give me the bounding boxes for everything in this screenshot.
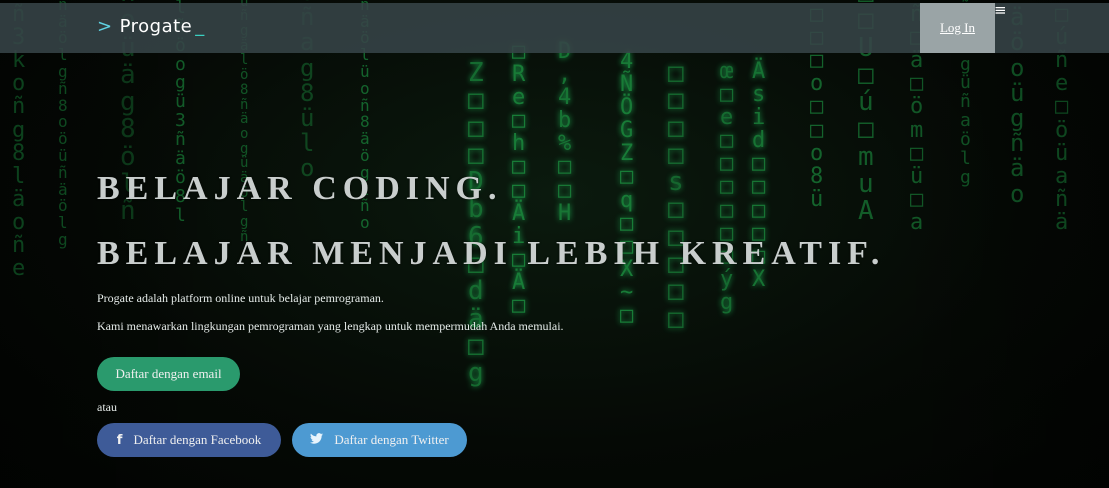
signup-facebook-button[interactable]: f Daftar dengan Facebook — [97, 423, 281, 457]
top-navbar: > Progate _ Log In ≡ — [0, 3, 1109, 53]
hero-headline-2: BELAJAR MENJADI LEBIH KREATIF. — [97, 235, 886, 272]
hero-description-2: Kami menawarkan lingkungan pemrograman y… — [97, 319, 564, 333]
login-link[interactable]: Log In — [940, 20, 975, 36]
hero-headline-1: BELAJAR CODING. — [97, 170, 503, 207]
signup-email-label: Daftar dengan email — [115, 366, 222, 381]
logo-text: Progate — [119, 16, 193, 37]
signup-twitter-button[interactable]: Daftar dengan Twitter — [292, 423, 467, 457]
progate-logo[interactable]: > Progate _ — [97, 16, 205, 37]
logo-cursor: _ — [195, 16, 205, 37]
facebook-icon: f — [116, 432, 123, 448]
login-button[interactable]: Log In — [920, 3, 995, 53]
signup-email-button[interactable]: Daftar dengan email — [97, 357, 240, 391]
hero-description-1: Progate adalah platform online untuk bel… — [97, 291, 384, 305]
twitter-icon — [310, 432, 324, 448]
or-separator: atau — [97, 400, 117, 414]
hamburger-menu-icon[interactable]: ≡ — [994, 3, 1007, 18]
signup-facebook-label: Daftar dengan Facebook — [133, 432, 262, 447]
signup-twitter-label: Daftar dengan Twitter — [334, 432, 449, 447]
logo-prompt-symbol: > — [97, 16, 113, 37]
